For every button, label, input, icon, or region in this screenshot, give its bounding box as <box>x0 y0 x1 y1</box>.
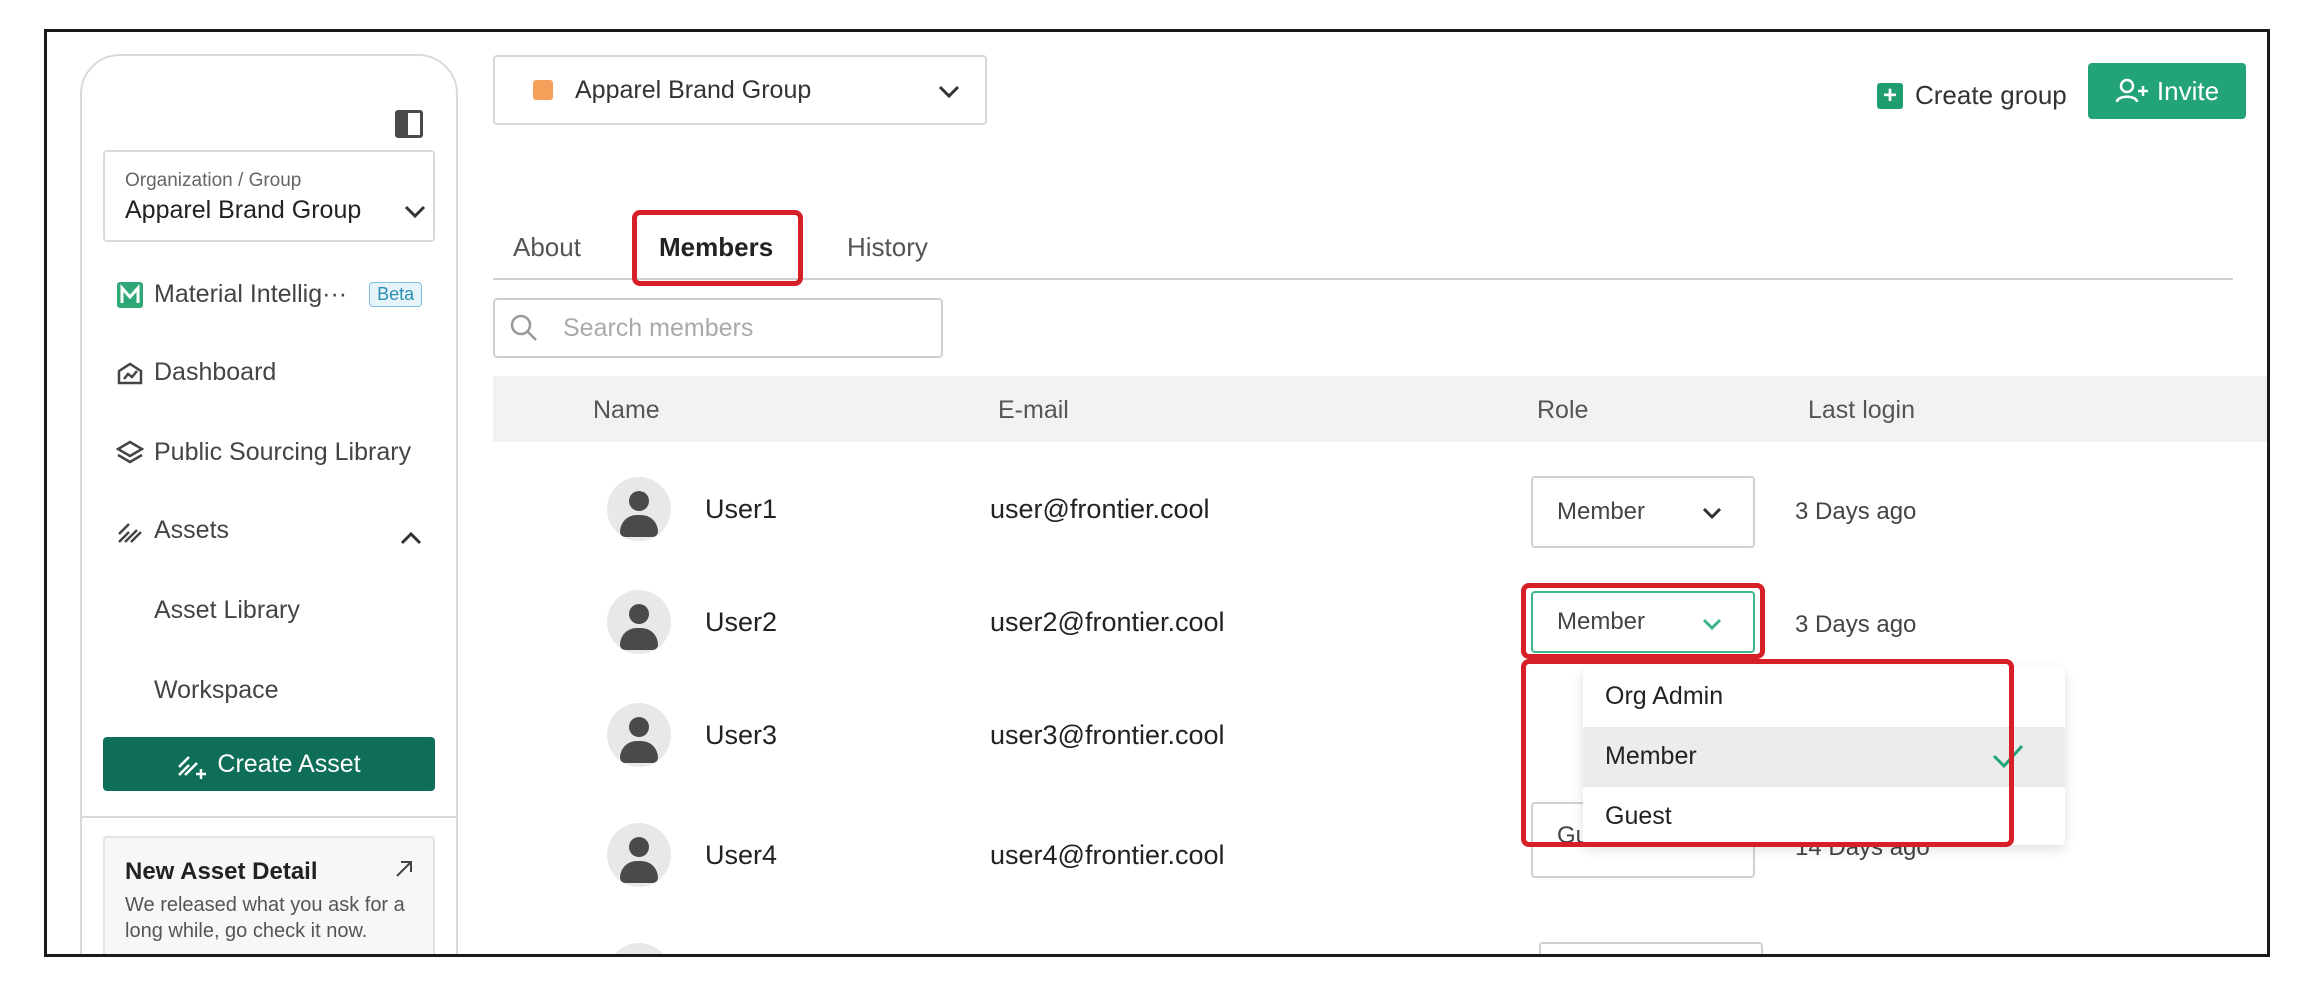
create-asset-button[interactable]: Create Asset <box>103 737 435 791</box>
create-group-label: Create group <box>1915 80 2067 110</box>
column-header-role[interactable]: Role <box>1537 396 1588 425</box>
chevron-down-icon <box>404 205 426 219</box>
add-user-icon <box>2115 78 2148 103</box>
avatar <box>607 823 671 887</box>
chevron-down-icon <box>938 85 960 99</box>
member-last-login: 3 Days ago <box>1795 498 1917 525</box>
create-asset-label: Create Asset <box>217 749 361 778</box>
avatar <box>607 703 671 767</box>
dashboard-icon <box>117 362 143 384</box>
member-email: user2@frontier.cool <box>990 607 1225 637</box>
news-body: We released what you ask for a long whil… <box>125 894 405 942</box>
role-select-highlight <box>1521 583 1765 659</box>
sidebar-subitem-workspace[interactable]: Workspace <box>154 676 279 705</box>
material-intelligence-icon <box>117 281 143 308</box>
tab-about[interactable]: About <box>513 232 581 263</box>
sidebar-item-public-sourcing-library[interactable]: Public Sourcing Library <box>116 438 411 467</box>
table-header: Name E-mail Role Last login <box>493 376 2267 442</box>
search-icon <box>510 314 537 341</box>
role-select[interactable]: Member <box>1531 476 1755 548</box>
table-row <box>493 922 2267 954</box>
org-select-value: Apparel Brand Group <box>125 196 362 224</box>
member-name: User1 <box>705 494 778 524</box>
sidebar-divider <box>82 816 456 818</box>
member-name: User2 <box>705 607 778 637</box>
news-card[interactable]: New Asset Detail We released what you as… <box>103 836 435 954</box>
org-group-select[interactable]: Organization / Group Apparel Brand Group <box>103 150 435 242</box>
group-select[interactable]: Apparel Brand Group <box>493 55 987 125</box>
role-select-value: Member <box>1557 498 1646 525</box>
table-row: User1 user@frontier.cool Member 3 Days a… <box>493 456 2267 566</box>
search-input[interactable] <box>561 312 925 344</box>
create-group-button[interactable]: + Create group <box>1877 80 2067 111</box>
sidebar-item-dashboard[interactable]: Dashboard <box>116 358 276 387</box>
group-select-value: Apparel Brand Group <box>575 75 812 104</box>
create-asset-icon <box>178 756 207 779</box>
member-email: user@frontier.cool <box>990 494 1210 524</box>
tab-history[interactable]: History <box>847 232 928 263</box>
sidebar-collapse-icon[interactable] <box>395 110 423 138</box>
role-select[interactable] <box>1539 942 1763 954</box>
sidebar-item-assets[interactable]: Assets <box>116 516 229 545</box>
layers-icon <box>116 440 144 463</box>
chevron-up-icon[interactable] <box>399 530 423 546</box>
sidebar-item-label: Material Intellig··· <box>154 280 348 308</box>
chevron-down-icon <box>1702 507 1722 520</box>
assets-icon <box>118 522 142 543</box>
org-select-label: Organization / Group <box>125 170 302 191</box>
sidebar-item-material-intelligence[interactable]: Material Intellig··· Beta <box>116 280 423 309</box>
external-arrow-icon[interactable] <box>393 858 415 880</box>
avatar <box>607 477 671 541</box>
column-header-email[interactable]: E-mail <box>998 396 1069 425</box>
sidebar-item-label: Dashboard <box>154 358 277 386</box>
sidebar-subitem-asset-library[interactable]: Asset Library <box>154 596 300 625</box>
sidebar: Organization / Group Apparel Brand Group… <box>80 54 458 954</box>
column-header-last-login[interactable]: Last login <box>1808 396 1915 425</box>
invite-label: Invite <box>2156 75 2220 106</box>
search-box[interactable] <box>493 298 943 358</box>
role-dropdown-highlight <box>1521 659 2014 847</box>
sidebar-item-label: Assets <box>154 516 230 544</box>
plus-icon: + <box>1877 82 1903 109</box>
avatar <box>607 590 671 654</box>
member-last-login: 3 Days ago <box>1795 611 1917 638</box>
member-email: user3@frontier.cool <box>990 720 1225 750</box>
beta-badge: Beta <box>369 282 423 307</box>
sidebar-item-label: Public Sourcing Library <box>154 438 412 466</box>
avatar <box>607 943 671 954</box>
column-header-name[interactable]: Name <box>593 396 660 425</box>
members-tab-highlight <box>632 210 803 286</box>
group-color-dot <box>533 80 553 100</box>
app-window: Organization / Group Apparel Brand Group… <box>44 29 2270 957</box>
news-title: New Asset Detail <box>125 858 318 885</box>
member-email: user4@frontier.cool <box>990 840 1225 870</box>
member-name: User3 <box>705 720 778 750</box>
invite-button[interactable]: Invite <box>2088 63 2246 119</box>
member-name: User4 <box>705 840 778 870</box>
